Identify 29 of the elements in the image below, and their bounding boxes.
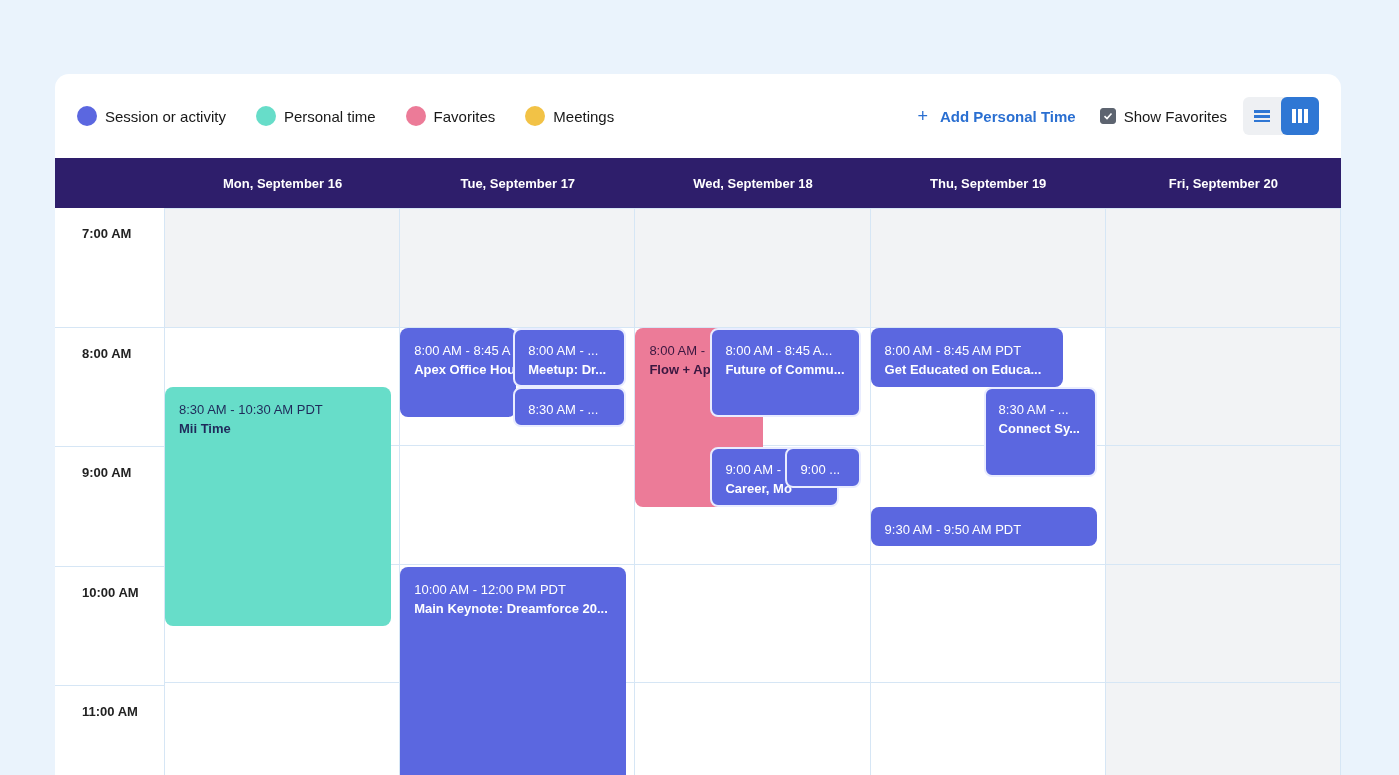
day-heading: Mon, September 16	[222, 175, 344, 191]
time-label: 11:00 AM	[82, 704, 138, 719]
time-label: 7:00 AM	[82, 226, 132, 241]
event-card[interactable]: 8:30 AM - ...	[513, 387, 627, 427]
time-label: 8:00 AM	[82, 345, 132, 361]
add-personal-time-button[interactable]: + Add Personal Time	[917, 105, 1076, 127]
list-view-icon	[1254, 109, 1270, 123]
event-card[interactable]: 8:00 AM - 8:45 AM PDT Get Educated on Educa...	[870, 327, 1063, 388]
event-card[interactable]: 8:00 AM - 8:45 A... Future of Commu...	[710, 327, 862, 418]
time-label: 10:00 AM	[82, 584, 139, 600]
columns-view-button[interactable]	[1281, 97, 1319, 135]
day-heading: Thu, September 19	[929, 175, 1048, 191]
check-icon	[1102, 111, 1113, 121]
time-label: 9:00 AM	[82, 465, 132, 480]
day-heading: Fri, September 20	[1167, 175, 1279, 191]
legend-label: Session or activity	[105, 107, 226, 125]
event-card[interactable]: 8:00 AM - ... Meetup: Dr...	[513, 327, 627, 388]
day-heading: Tue, September 17	[459, 175, 577, 191]
legend-label: Meetings	[553, 107, 615, 125]
event-card[interactable]: 9:30 AM - 9:50 AM PDT	[870, 506, 1097, 547]
event-card[interactable]: 8:30 AM - ... Connect Sy...	[983, 387, 1097, 477]
event-card[interactable]: 10:00 AM - 12:00 PM PDT Main Keynote: Dreamforce 20...	[400, 566, 627, 775]
legend-label: Personal time	[283, 107, 376, 125]
show-favorites-checkbox[interactable]	[1099, 108, 1116, 124]
show-favorites-label: Show Favorites	[1123, 107, 1227, 125]
day-heading: Wed, September 18	[692, 175, 814, 191]
columns-view-icon	[1292, 109, 1308, 123]
event-card[interactable]: 8:30 AM - 10:30 AM PDT Mii Time	[165, 387, 391, 627]
legend-label: Favorites	[433, 107, 496, 125]
